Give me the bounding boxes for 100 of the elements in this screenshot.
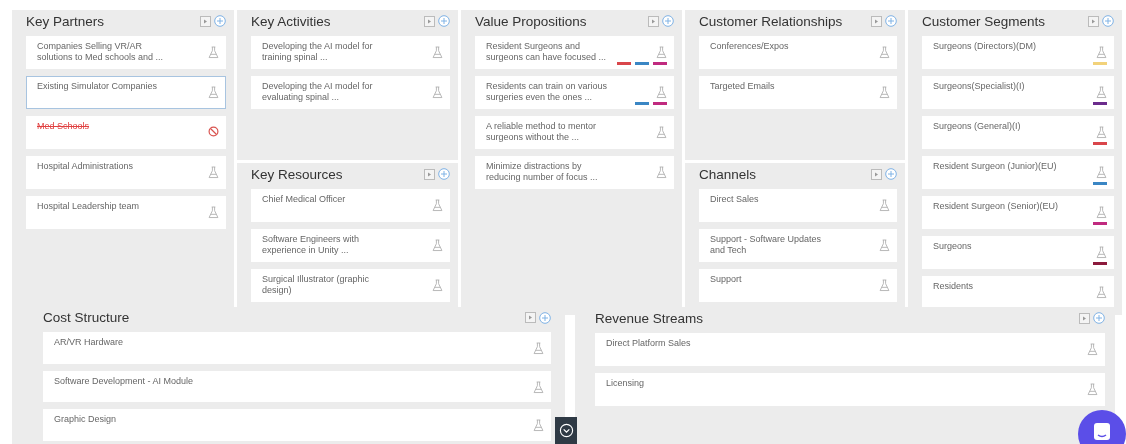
card[interactable]: Med Schools: [26, 116, 226, 149]
export-icon[interactable]: [871, 168, 882, 180]
chevron-down-icon[interactable]: [558, 423, 574, 438]
flask-icon[interactable]: [1096, 286, 1107, 299]
flask-icon[interactable]: [1096, 126, 1107, 139]
card[interactable]: Chief Medical Officer: [251, 189, 450, 222]
card[interactable]: Minimize distractions by reducing number of focus ...: [475, 156, 674, 189]
flask-icon[interactable]: [533, 380, 544, 394]
chat-button[interactable]: [1078, 410, 1126, 444]
flask-icon[interactable]: [432, 86, 443, 99]
card[interactable]: Support: [699, 269, 897, 302]
flask-icon[interactable]: [1096, 86, 1107, 99]
card[interactable]: A reliable method to mentor surgeons without the ...: [475, 116, 674, 149]
flask-icon[interactable]: [879, 199, 890, 212]
chat-icon[interactable]: [1092, 422, 1112, 442]
add-icon[interactable]: [438, 15, 450, 27]
card[interactable]: AR/VR Hardware: [43, 332, 551, 364]
card[interactable]: Surgeons: [922, 236, 1114, 269]
card-text: Surgeons(Specialist)(I): [933, 81, 1026, 93]
flask-icon[interactable]: [879, 279, 890, 292]
flask-icon[interactable]: [432, 279, 443, 292]
card[interactable]: Existing Simulator Companies: [26, 76, 226, 109]
flask-icon[interactable]: [1096, 166, 1107, 179]
card[interactable]: Companies Selling VR/AR solutions to Med schools and ...: [26, 36, 226, 69]
card[interactable]: Graphic Design: [43, 409, 551, 441]
card-text: Chief Medical Officer: [262, 194, 347, 206]
export-icon[interactable]: [424, 168, 435, 180]
card[interactable]: Hospital Leadership team: [26, 196, 226, 229]
flask-icon[interactable]: [208, 166, 219, 179]
flask-icon[interactable]: [879, 46, 890, 59]
card[interactable]: Resident Surgeon (Senior)(EU): [922, 196, 1114, 229]
flask-icon[interactable]: [879, 86, 890, 99]
card[interactable]: Developing the AI model for evaluating spinal ...: [251, 76, 450, 109]
card[interactable]: Residents can train on various surgeries even the ones ...: [475, 76, 674, 109]
card[interactable]: Residents: [922, 276, 1114, 309]
flask-icon[interactable]: [656, 166, 667, 179]
card[interactable]: Software Development - AI Module: [43, 370, 551, 403]
card-text: Resident Surgeon (Junior)(EU): [933, 161, 1058, 173]
card-text: Surgeons: [933, 241, 973, 253]
add-icon[interactable]: [539, 311, 551, 324]
export-icon[interactable]: [648, 15, 659, 27]
flask-icon[interactable]: [432, 199, 443, 212]
add-icon[interactable]: [1102, 15, 1114, 27]
card-text: Existing Simulator Companies: [37, 81, 159, 93]
flask-icon[interactable]: [533, 342, 544, 356]
export-icon[interactable]: [424, 15, 435, 27]
flask-icon[interactable]: [432, 46, 443, 59]
export-icon[interactable]: [525, 312, 536, 324]
export-icon[interactable]: [1079, 312, 1090, 324]
export-icon[interactable]: [200, 15, 211, 27]
card[interactable]: Surgical Illustrator (graphic design): [251, 269, 450, 302]
flask-icon[interactable]: [1096, 46, 1107, 59]
card-text: Surgeons (Directors)(DM): [933, 41, 1038, 53]
card[interactable]: Hospital Administrations: [26, 156, 226, 189]
card[interactable]: Conferences/Expos: [699, 36, 897, 69]
panel-title: Cost Structure: [43, 310, 130, 326]
card-text: Developing the AI model for training spinal ...: [262, 41, 374, 64]
add-icon[interactable]: [438, 168, 450, 180]
card-text: Minimize distractions by reducing number of focus ...: [486, 161, 599, 184]
flask-icon[interactable]: [533, 419, 544, 433]
flask-icon[interactable]: [656, 126, 667, 139]
flask-icon[interactable]: [1096, 246, 1107, 259]
export-icon[interactable]: [1088, 15, 1099, 27]
flask-icon[interactable]: [656, 86, 667, 99]
flask-icon[interactable]: [208, 86, 219, 99]
card-text: Med Schools: [37, 121, 91, 133]
card-text: Conferences/Expos: [710, 41, 790, 53]
add-icon[interactable]: [662, 15, 674, 27]
flask-icon[interactable]: [656, 46, 667, 59]
export-icon[interactable]: [871, 15, 882, 27]
card[interactable]: Software Engineers with experience in Unity ...: [251, 229, 450, 262]
card[interactable]: Surgeons(Specialist)(I): [922, 76, 1114, 109]
card[interactable]: Resident Surgeon (Junior)(EU): [922, 156, 1114, 189]
flask-icon[interactable]: [1096, 206, 1107, 219]
add-icon[interactable]: [214, 15, 226, 27]
card[interactable]: Licensing: [595, 373, 1105, 406]
add-icon[interactable]: [1093, 312, 1105, 324]
flask-icon[interactable]: [208, 46, 219, 59]
card-text: Companies Selling VR/AR solutions to Med schools and ...: [37, 41, 165, 64]
flask-icon[interactable]: [432, 239, 443, 252]
card[interactable]: Direct Platform Sales: [595, 333, 1105, 366]
add-icon[interactable]: [885, 168, 897, 180]
scroll-down-button[interactable]: [555, 417, 577, 444]
card[interactable]: Targeted Emails: [699, 76, 897, 109]
card[interactable]: Surgeons (General)(I): [922, 116, 1114, 149]
flask-icon[interactable]: [1087, 383, 1098, 396]
panel-title: Key Activities: [251, 13, 331, 29]
add-icon[interactable]: [885, 15, 897, 27]
card-text: Resident Surgeons and surgeons can have focused ...: [486, 41, 608, 64]
card[interactable]: Resident Surgeons and surgeons can have focused ...: [475, 36, 674, 69]
flask-icon[interactable]: [208, 206, 219, 219]
card[interactable]: Surgeons (Directors)(DM): [922, 36, 1114, 69]
card[interactable]: Developing the AI model for training spinal ...: [251, 36, 450, 69]
card-text: Developing the AI model for evaluating spinal ...: [262, 81, 374, 104]
ban-icon[interactable]: [208, 126, 219, 137]
flask-icon[interactable]: [879, 239, 890, 252]
card-text: A reliable method to mentor surgeons without the ...: [486, 121, 598, 144]
card[interactable]: Support - Software Updates and Tech: [699, 229, 897, 262]
card[interactable]: Direct Sales: [699, 189, 897, 222]
flask-icon[interactable]: [1087, 343, 1098, 356]
